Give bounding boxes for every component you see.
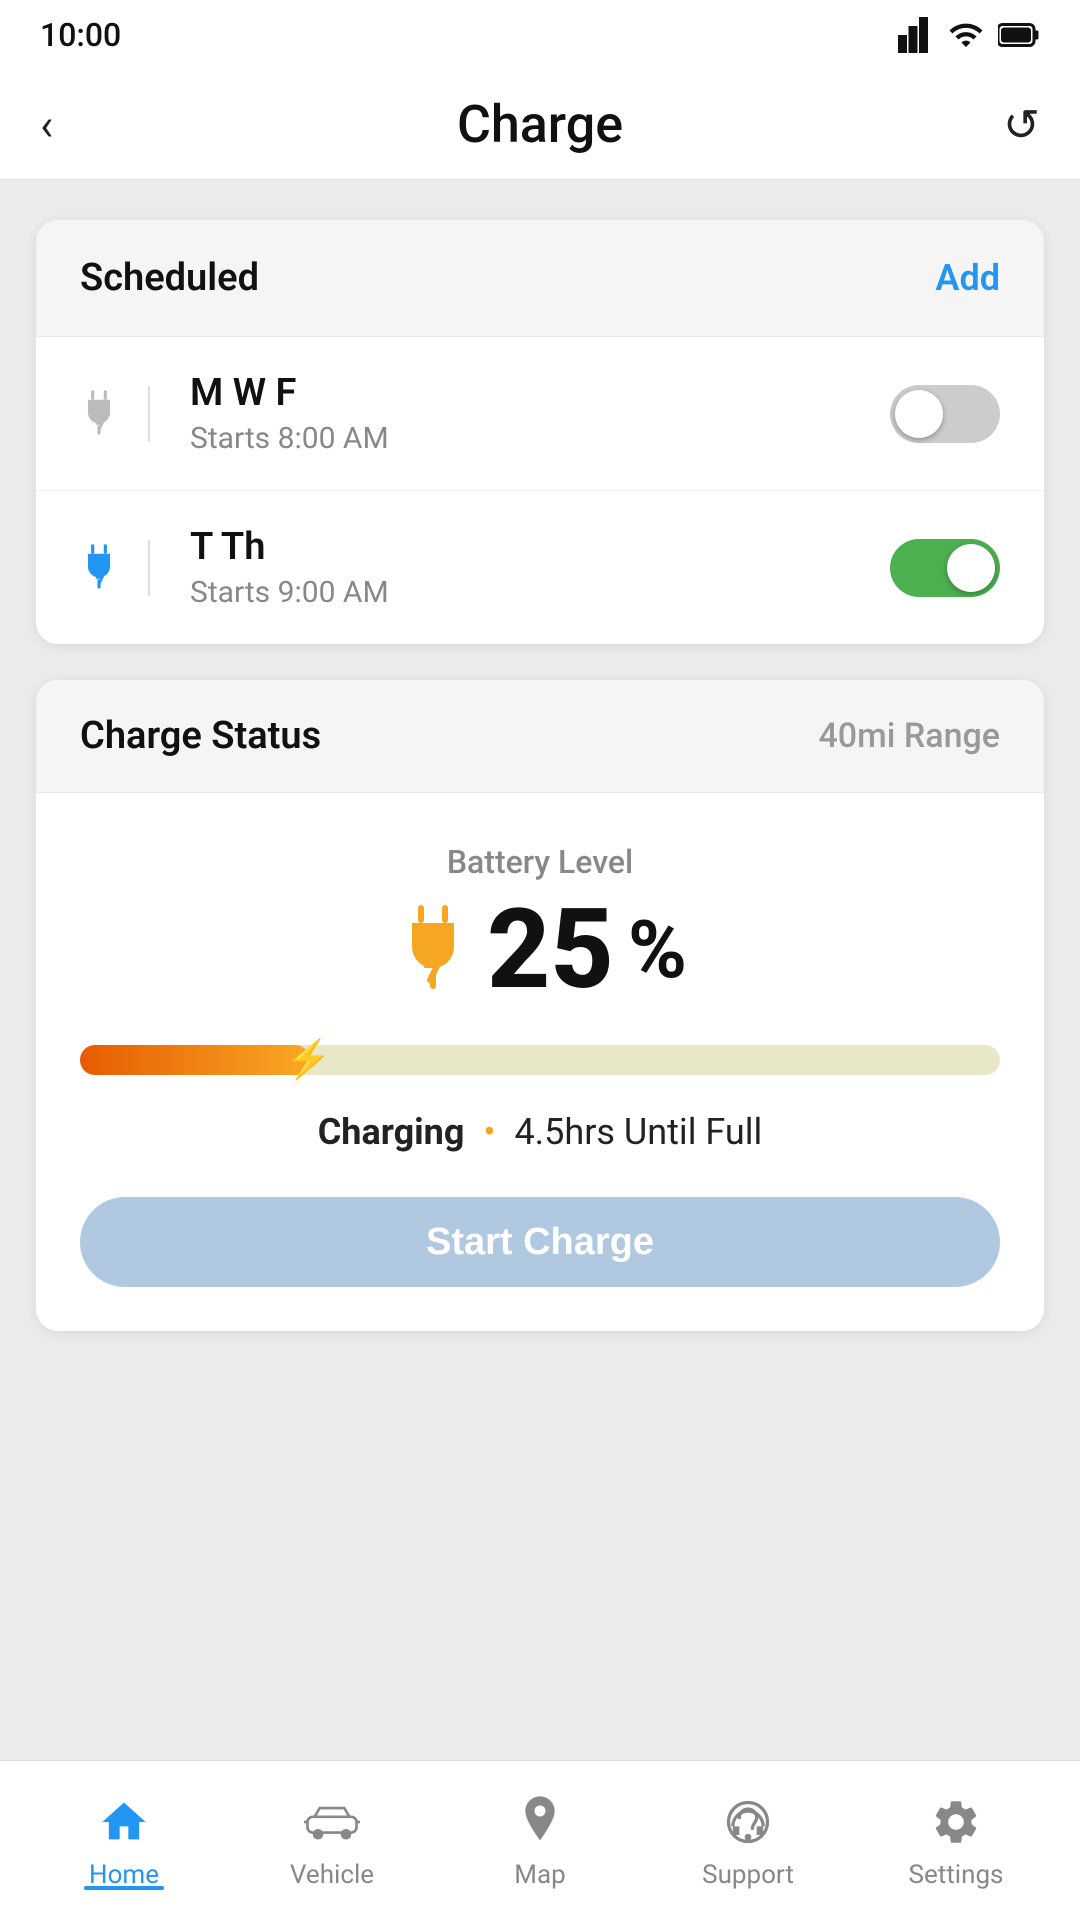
status-icons <box>898 17 1040 53</box>
nav-item-home[interactable]: Home <box>20 1792 228 1890</box>
charge-range: 40mi Range <box>818 716 1000 756</box>
charge-progress-fill: ⚡ <box>80 1045 310 1075</box>
nav-item-support[interactable]: Support <box>644 1792 852 1890</box>
bottom-nav: Home Vehicle Map <box>0 1760 1080 1920</box>
charge-status-card: Charge Status 40mi Range Battery Level 2… <box>36 680 1044 1331</box>
scheduled-card: Scheduled Add M W F Starts 8:00 AM <box>36 220 1044 644</box>
schedule-mwf-info: M W F Starts 8:00 AM <box>190 371 860 456</box>
refresh-button[interactable]: ↺ <box>980 99 1040 151</box>
settings-icon <box>926 1792 986 1852</box>
nav-label-vehicle: Vehicle <box>290 1860 374 1890</box>
toggle-mwf-thumb <box>895 390 943 438</box>
schedule-mwf-toggle[interactable] <box>890 385 1000 443</box>
schedule-mwf-days: M W F <box>190 371 860 415</box>
nav-item-map[interactable]: Map <box>436 1792 644 1890</box>
toggle-tth-thumb <box>947 544 995 592</box>
lightning-icon: ⚡ <box>285 1038 332 1082</box>
support-icon <box>718 1792 778 1852</box>
battery-percent-value: 25 <box>487 895 614 1005</box>
map-icon <box>510 1792 570 1852</box>
schedule-tth-days: T Th <box>190 525 860 569</box>
battery-label: Battery Level <box>80 843 1000 881</box>
until-full-text: 4.5hrs Until Full <box>514 1111 762 1153</box>
plug-icon-blue-container <box>80 540 150 596</box>
nav-active-bar <box>84 1886 164 1890</box>
charge-progress-bar: ⚡ <box>80 1045 1000 1075</box>
main-content: Scheduled Add M W F Starts 8:00 AM <box>0 180 1080 1760</box>
charging-separator: • <box>483 1111 495 1153</box>
battery-percent-symbol: % <box>628 903 687 997</box>
home-icon <box>94 1792 154 1852</box>
wifi-icon <box>948 17 984 53</box>
nav-label-map: Map <box>514 1860 565 1890</box>
schedule-item-tth: T Th Starts 9:00 AM <box>36 491 1044 644</box>
charge-status-body: Battery Level 25 % ⚡ <box>36 793 1044 1331</box>
nav-label-support: Support <box>702 1860 794 1890</box>
plug-icon-gray-container <box>80 386 150 442</box>
schedule-tth-time: Starts 9:00 AM <box>190 575 860 610</box>
charging-plug-icon <box>393 905 473 995</box>
back-button[interactable]: ‹ <box>40 99 100 151</box>
charge-status-title: Charge Status <box>80 714 321 758</box>
nav-item-vehicle[interactable]: Vehicle <box>228 1792 436 1890</box>
schedule-item-mwf: M W F Starts 8:00 AM <box>36 337 1044 491</box>
header: ‹ Charge ↺ <box>0 70 1080 180</box>
schedule-mwf-time: Starts 8:00 AM <box>190 421 860 456</box>
signal-icon <box>898 17 934 53</box>
start-charge-button[interactable]: Start Charge <box>80 1197 1000 1287</box>
scheduled-header: Scheduled Add <box>36 220 1044 337</box>
page-title: Charge <box>457 94 623 155</box>
battery-icon <box>998 17 1040 53</box>
plug-icon-blue <box>80 540 118 596</box>
charging-label: Charging <box>318 1111 465 1153</box>
status-bar: 10:00 <box>0 0 1080 70</box>
vehicle-icon <box>302 1792 362 1852</box>
battery-percent-row: 25 % <box>80 895 1000 1005</box>
nav-label-settings: Settings <box>909 1860 1004 1890</box>
schedule-tth-info: T Th Starts 9:00 AM <box>190 525 860 610</box>
charge-status-header: Charge Status 40mi Range <box>36 680 1044 793</box>
scheduled-title: Scheduled <box>80 256 259 300</box>
charging-status-text: Charging • 4.5hrs Until Full <box>80 1111 1000 1153</box>
plug-icon-gray <box>80 386 118 442</box>
nav-item-settings[interactable]: Settings <box>852 1792 1060 1890</box>
add-schedule-button[interactable]: Add <box>935 257 1000 299</box>
schedule-tth-toggle[interactable] <box>890 539 1000 597</box>
status-time: 10:00 <box>40 16 121 54</box>
